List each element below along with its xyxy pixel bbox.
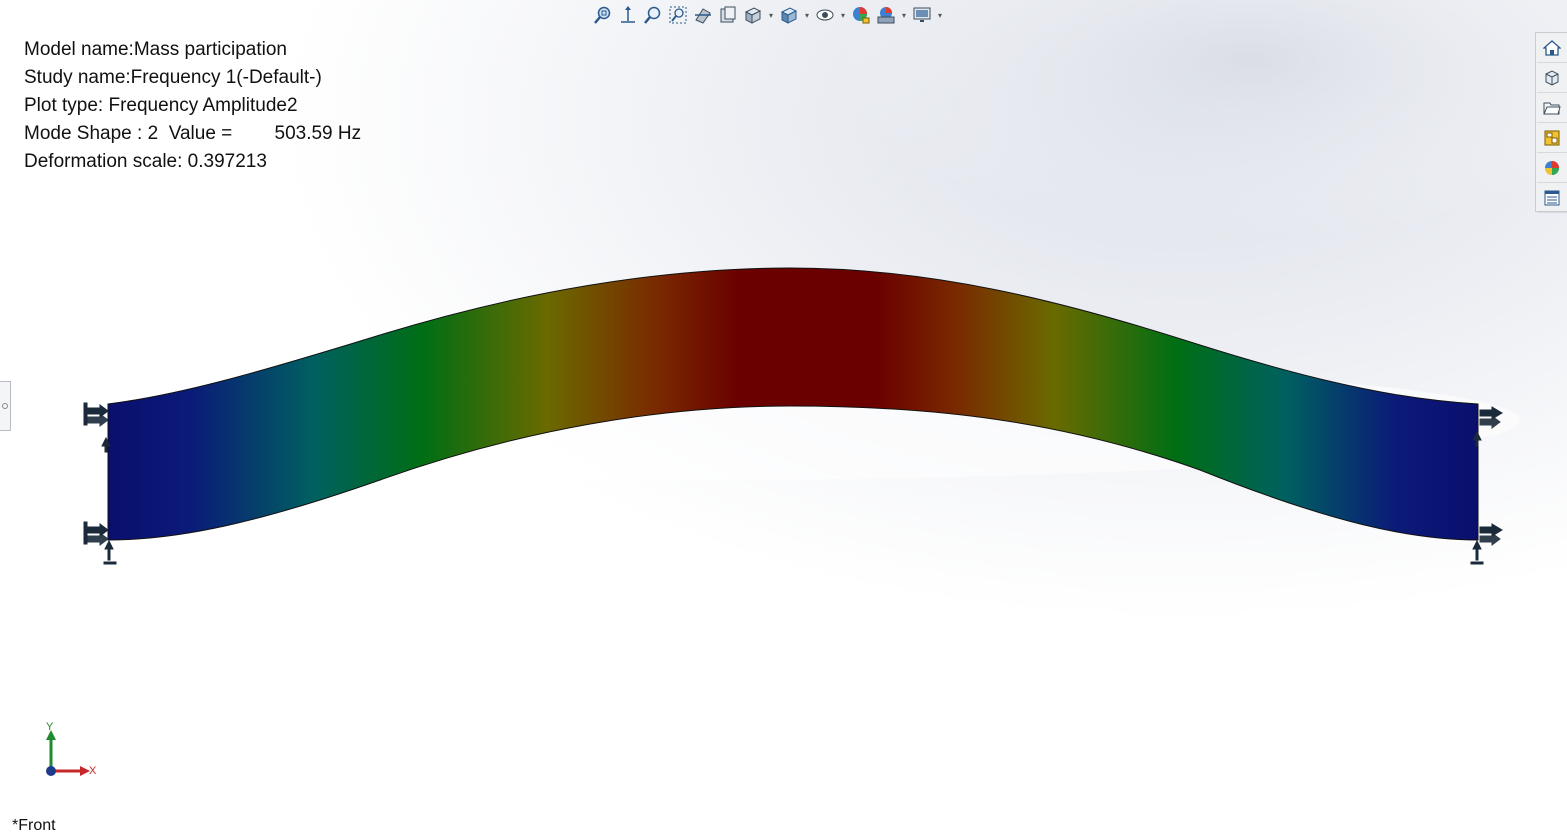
reference-triad: Y X xyxy=(46,721,97,777)
beam-body[interactable] xyxy=(107,267,1479,541)
view-orientation-label: *Front xyxy=(12,817,56,834)
fixture-left-top-icon[interactable] xyxy=(83,402,111,453)
deformed-beam-plot xyxy=(83,267,1503,565)
triad-x-label: X xyxy=(89,765,97,777)
triad-y-label: Y xyxy=(46,721,54,733)
